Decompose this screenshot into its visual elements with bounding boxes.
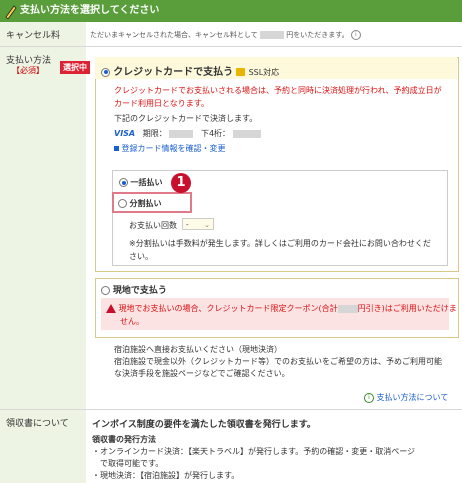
installment-option[interactable]: 分割払い xyxy=(118,198,162,209)
cancel-fee-text-b: 円をいただきます。 xyxy=(286,31,349,39)
about-payment-link[interactable]: i 支払い方法について xyxy=(364,392,448,403)
lump-sum-option[interactable]: 一括払い xyxy=(119,177,163,188)
ssl-lock-icon xyxy=(236,68,246,76)
redacted-amount xyxy=(260,31,285,39)
receipt-label-cell: 領収書について xyxy=(0,410,86,483)
last4-label: 下4桁： xyxy=(200,129,231,138)
pen-icon xyxy=(5,5,17,19)
onsite-info-3: な決済手段を施設ページなどでご確認ください。 xyxy=(114,369,290,378)
card-info: VISA 期限： 下4桁： xyxy=(114,128,261,139)
payment-label-cell: 支払い方法 【必須】 xyxy=(0,47,86,409)
ssl-text: SSL対応 xyxy=(248,68,280,77)
onsite-warning-line1: 現地でお支払いの場合、クレジットカード限定クーポン(合計 円引き)はご利用いただけ… xyxy=(106,303,457,314)
info-icon[interactable]: i xyxy=(350,30,361,40)
cancel-fee-text-a: ただいまキャンセルされた場合、キャンセル料として xyxy=(90,31,258,39)
receipt-line-2: で取得可能です。 xyxy=(92,459,164,468)
onsite-info-1: 宿泊施設へ直接お支払いください（現地決済） xyxy=(114,345,282,354)
section-title: 支払い方法を選択してください xyxy=(20,5,160,16)
section-header: 支払い方法を選択してください xyxy=(0,0,462,22)
receipt-heading: インボイス制度の要件を満たした領収書を発行します。 xyxy=(92,420,316,430)
required-mark: 【必須】 xyxy=(12,66,44,75)
expiry-label: 期限： xyxy=(142,129,167,138)
selected-badge: 選択中 xyxy=(60,61,90,74)
onsite-title: 現地で支払う xyxy=(112,286,167,296)
edit-card-link-text: 登録カード情報を確認・変更 xyxy=(121,144,226,153)
warning-icon xyxy=(106,304,116,313)
credit-card-radio[interactable] xyxy=(101,67,110,77)
edit-card-link[interactable]: 登録カード情報を確認・変更 xyxy=(114,143,226,154)
credit-note: 下記のクレジットカードで決済します。 xyxy=(114,114,258,123)
onsite-warning-line2: せん。 xyxy=(120,317,144,326)
redacted-expiry xyxy=(169,129,194,138)
credit-warning-2: カード利用日となります。 xyxy=(114,99,209,108)
installment-count-label: お支払い回数 xyxy=(129,221,177,230)
receipt-line-3: ・現地決済：【宿泊施設】が発行します。 xyxy=(92,471,240,480)
credit-warning-1: クレジットカードでお支払いされる場合は、予約と同時に決済処理が行われ、予約成立日… xyxy=(114,86,442,95)
receipt-subheading: 領収書の発行方法 xyxy=(92,435,156,444)
installment-note-2: さい。 xyxy=(129,252,153,261)
lump-sum-label: 一括払い xyxy=(130,178,163,187)
onsite-warning-text-b: 円引き)はご利用いただけま xyxy=(357,304,457,313)
installment-count-select[interactable]: - ⌄ xyxy=(182,218,214,230)
receipt-label: 領収書について xyxy=(6,419,69,429)
onsite-warning-text-a: 現地でお支払いの場合、クレジットカード限定クーポン(合計 xyxy=(118,304,338,313)
receipt-line-1: ・オンラインカード決済：【楽天トラベル】が発行します。予約の確認・変更・取消ペー… xyxy=(92,447,416,456)
step-number-badge: 1 xyxy=(171,173,191,193)
onsite-radio-label[interactable]: 現地で支払う xyxy=(101,283,167,296)
credit-card-radio-label[interactable]: クレジットカードで支払う SSL対応 xyxy=(101,63,279,78)
cancel-fee-text: ただいまキャンセルされた場合、キャンセル料として 円をいただきます。 i xyxy=(90,30,361,40)
installment-label: 分割払い xyxy=(129,199,162,208)
cancel-fee-label: キャンセル料 xyxy=(6,31,61,41)
square-bullet-icon xyxy=(114,146,119,151)
redacted-last4 xyxy=(232,129,261,138)
onsite-info-2: 宿泊施設で現金以外（クレジットカード等）でのお支払いをご希望の方は、予めご利用可… xyxy=(114,357,442,366)
lump-sum-radio[interactable] xyxy=(119,178,128,187)
installment-count-value: - xyxy=(186,221,189,229)
chevron-down-icon: ⌄ xyxy=(204,221,210,229)
about-payment-link-text: 支払い方法について xyxy=(376,393,449,402)
info-circle-icon: i xyxy=(364,392,374,403)
onsite-radio[interactable] xyxy=(101,286,110,295)
cancel-fee-label-cell: キャンセル料 xyxy=(0,22,86,46)
installment-radio[interactable] xyxy=(118,199,127,208)
credit-card-title: クレジットカードで支払う xyxy=(113,67,234,78)
cancel-fee-row: キャンセル料 ただいまキャンセルされた場合、キャンセル料として 円をいただきます… xyxy=(0,22,462,47)
visa-brand: VISA xyxy=(114,129,136,138)
installment-note-1: ※分割払いは手数料が発生します。詳しくはご利用のカード会社にお問い合わせくだ xyxy=(129,239,431,248)
redacted-coupon xyxy=(337,304,358,313)
